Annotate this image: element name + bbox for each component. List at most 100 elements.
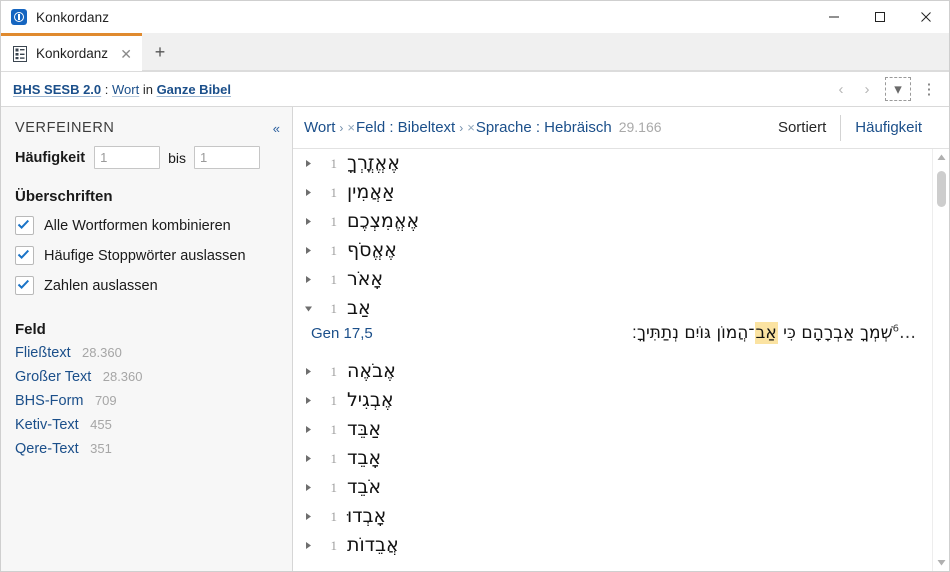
hebrew-word[interactable]: אֹבֵד [347,478,381,497]
expand-collapse-icon[interactable] [299,246,317,255]
list-item-expanded[interactable]: 1 אַב [293,294,932,323]
path-prefix[interactable]: BHS SESB 2.0 [13,82,101,97]
field-name[interactable]: BHS-Form [15,393,83,409]
expand-collapse-icon[interactable] [299,425,317,434]
checkbox-label: Alle Wortformen kombinieren [44,217,231,234]
checkmark-icon[interactable] [15,216,34,235]
expand-collapse-icon[interactable] [299,396,317,405]
scroll-down-icon[interactable] [933,554,949,571]
list-item[interactable]: 1 אֶאֱזֳרְךָ [293,149,932,178]
tab-sortiert[interactable]: Sortiert [764,119,840,136]
hebrew-word[interactable]: אַאֲמִין [347,183,395,202]
breadcrumb-item-sprache[interactable]: Sprache : Hebräisch [476,119,612,136]
frequency-to-input[interactable] [194,146,260,169]
list-item[interactable]: 1 אָבֵד [293,444,932,473]
checkmark-icon[interactable] [15,246,34,265]
maximize-button[interactable] [857,1,903,33]
path-suffix[interactable]: Ganze Bibel [157,82,231,97]
list-item[interactable]: 1 אֲבֵדוֹת [293,531,932,560]
tab-label: Konkordanz [36,46,109,61]
field-name[interactable]: Fließtext [15,345,71,361]
back-icon[interactable]: ‹ [829,77,853,101]
list-item[interactable]: 1 אֹבֵד [293,473,932,502]
frequency-from-input[interactable] [94,146,161,169]
breadcrumb-item-feld[interactable]: Feld : Bibeltext [356,119,455,136]
expand-collapse-icon[interactable] [299,275,317,284]
expand-collapse-icon[interactable] [299,367,317,376]
hebrew-word[interactable]: אַב [347,299,371,318]
collapse-icon[interactable] [299,304,317,313]
list-item[interactable]: 1 אֶאֱסֹף [293,236,932,265]
field-section-title: Feld [15,321,46,338]
checkbox-row-omit-numbers[interactable]: Zahlen auslassen [1,265,292,295]
remove-filter-icon-1[interactable]: × [347,120,355,135]
checkmark-icon[interactable] [15,276,34,295]
list-item[interactable]: 1 אַבֵּד [293,415,932,444]
expand-collapse-icon[interactable] [299,188,317,197]
breadcrumb-root[interactable]: Wort [304,119,335,136]
expand-collapse-icon[interactable] [299,512,317,521]
list-item[interactable]: 1 אָבְדוּ [293,502,932,531]
hebrew-word[interactable]: אָבְדוּ [347,507,386,526]
checkbox-label: Häufige Stoppwörter auslassen [44,247,246,264]
expand-collapse-icon[interactable] [299,483,317,492]
list-item[interactable]: 1 אֶבֹאֶה [293,357,932,386]
hebrew-word[interactable]: אֶבֹאֶה [347,362,396,381]
forward-icon[interactable]: › [855,77,879,101]
field-item-ketiv-text[interactable]: Ketiv-Text 455 [1,410,292,434]
close-button[interactable] [903,1,949,33]
expand-collapse-icon[interactable] [299,454,317,463]
expand-collapse-icon[interactable] [299,159,317,168]
list-item[interactable]: 1 אָאֹר [293,265,932,294]
scroll-up-icon[interactable] [933,149,949,166]
remove-filter-icon-2[interactable]: × [467,120,475,135]
hebrew-word[interactable]: אָאֹר [347,270,383,289]
results-scrollbar[interactable] [932,149,949,571]
field-item-fliesstext[interactable]: Fließtext 28.360 [1,338,292,362]
field-item-bhs-form[interactable]: BHS-Form 709 [1,386,292,410]
field-name[interactable]: Großer Text [15,369,91,385]
list-item[interactable]: 1 אֶבְגִיל [293,386,932,415]
result-total-count: 29.166 [618,119,662,135]
minimize-button[interactable] [811,1,857,33]
path-mid[interactable]: Wort [112,82,139,97]
word-count: 1 [330,450,338,466]
list-item[interactable]: 1 אַאֲמִין [293,178,932,207]
word-count: 1 [330,479,338,495]
field-item-grosser-text[interactable]: Großer Text 28.360 [1,362,292,386]
expand-collapse-icon[interactable] [299,217,317,226]
field-count: 28.360 [82,345,122,360]
resource-path[interactable]: BHS SESB 2.0 : Wort in Ganze Bibel [1,82,231,97]
chevron-down-icon[interactable]: ▾ [885,77,911,101]
collapse-sidebar-icon[interactable]: « [273,122,282,135]
word-count: 1 [330,213,338,229]
hebrew-word[interactable]: אֶאֱסֹף [347,241,397,260]
overflow-menu-icon[interactable]: ⋮ [917,77,941,101]
word-count: 1 [330,421,338,437]
checkbox-row-omit-stopwords[interactable]: Häufige Stoppwörter auslassen [1,235,292,265]
field-item-qere-text[interactable]: Qere-Text 351 [1,434,292,458]
hebrew-word[interactable]: אֶבְגִיל [347,391,394,410]
verse-result-row[interactable]: Gen 17,5 …6שְׁמְךָ אַבְרָהָם כִּי אַב־הֲ… [293,322,932,357]
scrollbar-thumb[interactable] [937,171,946,207]
hebrew-word[interactable]: אַבֵּד [347,420,381,439]
hebrew-word[interactable]: אֲבֵדוֹת [347,536,399,555]
word-count: 1 [330,363,338,379]
verse-reference[interactable]: Gen 17,5 [311,325,373,342]
chevron-right-icon: › [339,121,344,135]
word-count: 1 [330,242,338,258]
tab-close-icon[interactable]: ✕ [118,46,134,62]
field-name[interactable]: Qere-Text [15,441,79,457]
hebrew-word[interactable]: אָבֵד [347,449,381,468]
tab-haeufigkeit[interactable]: Häufigkeit [841,119,936,136]
sidebar-header: VERFEINERN « [1,107,292,136]
hebrew-word[interactable]: אֶאֱמִצְכֶם [347,212,419,231]
tab-konkordanz[interactable]: Konkordanz ✕ [1,33,143,71]
breadcrumb-bar: Wort › ×Feld : Bibeltext › ×Sprache : Hebräi… [293,107,949,149]
list-item[interactable]: 1 אֶאֱמִצְכֶם [293,207,932,236]
field-name[interactable]: Ketiv-Text [15,417,79,433]
expand-collapse-icon[interactable] [299,541,317,550]
hebrew-word[interactable]: אֶאֱזֳרְךָ [347,154,400,173]
new-tab-button[interactable]: + [142,33,178,71]
checkbox-row-combine-wordforms[interactable]: Alle Wortformen kombinieren [1,205,292,235]
